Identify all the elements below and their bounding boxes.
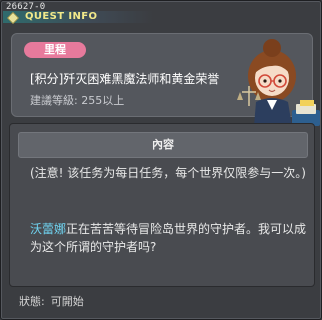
quest-status: 狀態: 可開始 bbox=[19, 293, 84, 309]
window-title-bar[interactable]: QUEST INFO bbox=[3, 11, 153, 24]
quest-title: [积分]歼灭困难黑魔法师和黄金荣誉 bbox=[30, 72, 220, 86]
quest-icon bbox=[7, 12, 19, 24]
description-text: 正在苦苦等待冒险岛世界的守护者。我可以成为这个所谓的守护者吗? bbox=[30, 222, 307, 254]
quest-summary-card: 里程 [积分]歼灭困难黑魔法师和黄金荣誉 建議等級: 255以上 bbox=[11, 33, 320, 126]
quest-content-panel: 內容 (注意! 该任务为每日任务，每个世界仅限参与一次。) 沃蕾娜正在苦苦等待冒… bbox=[9, 123, 315, 287]
chapter-tag: 里程 bbox=[24, 42, 86, 58]
window-title: QUEST INFO bbox=[25, 11, 98, 22]
level-requirement: 建議等級: 255以上 bbox=[30, 94, 125, 107]
npc-name-link[interactable]: 沃蕾娜 bbox=[30, 222, 66, 236]
npc-portrait bbox=[237, 39, 320, 126]
content-header: 內容 bbox=[18, 132, 308, 158]
quest-description: 沃蕾娜正在苦苦等待冒险岛世界的守护者。我可以成为这个所谓的守护者吗? bbox=[30, 220, 308, 256]
quest-info-window: 26627-0 QUEST INFO 里程 [积分]歼灭困难黑魔法师和黄金荣誉 … bbox=[0, 0, 322, 320]
daily-notice: (注意! 该任务为每日任务，每个世界仅限参与一次。) bbox=[30, 166, 306, 180]
status-label: 狀態: bbox=[19, 295, 45, 308]
status-value: 可開始 bbox=[50, 295, 84, 308]
